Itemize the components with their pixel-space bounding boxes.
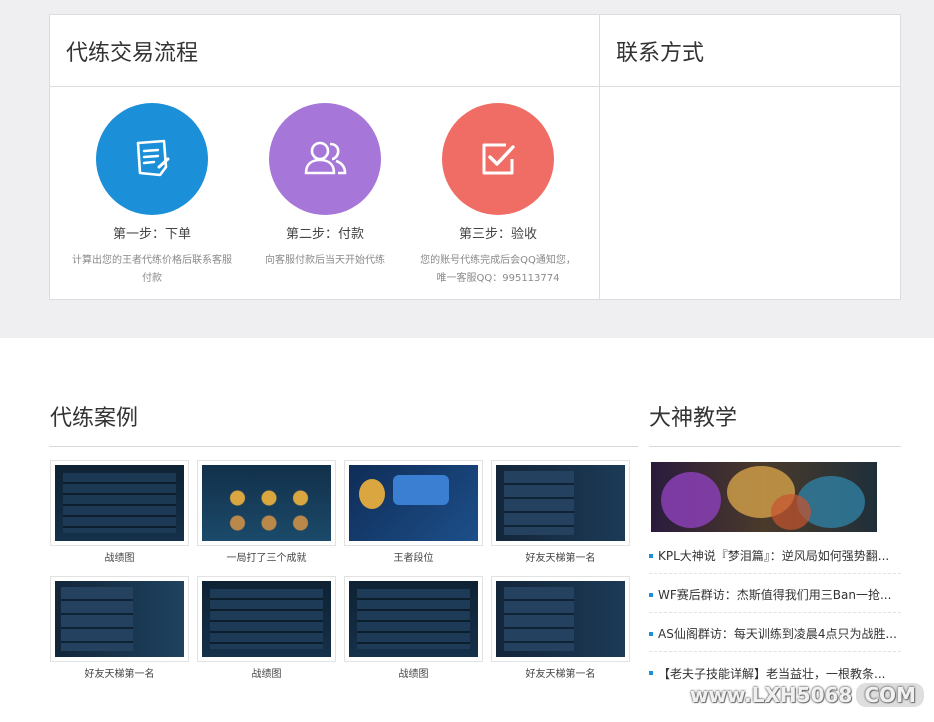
watermark-suffix: COM <box>856 683 924 707</box>
case-caption: 战绩图 <box>251 669 282 680</box>
step-order: 第一步：下单 计算出您的王者代练价格后联系客服付款 <box>67 103 237 288</box>
step-order-desc: 计算出您的王者代练价格后联系客服付款 <box>72 255 232 284</box>
order-form-icon <box>96 103 208 215</box>
case-caption: 好友天梯第一名 <box>525 669 596 680</box>
site-watermark: www.LXH5068 COM <box>690 683 924 707</box>
guides-divider <box>649 446 901 447</box>
case-item[interactable]: 好友天梯第一名 <box>50 576 189 680</box>
news-title[interactable]: AS仙阁群访：每天训练到凌晨4点只为战胜... <box>658 625 897 642</box>
case-thumbnail[interactable] <box>344 460 483 546</box>
case-caption: 战绩图 <box>104 553 135 564</box>
case-thumbnail[interactable] <box>50 576 189 662</box>
trade-process-title: 代练交易流程 <box>50 15 599 87</box>
case-item[interactable]: 战绩图 <box>197 576 336 680</box>
case-thumbnail[interactable] <box>197 460 336 546</box>
news-title[interactable]: WF赛后群访：杰斯值得我们用三Ban一抢... <box>658 586 891 603</box>
case-caption: 好友天梯第一名 <box>84 669 155 680</box>
step-accept-title: 第三步：验收 <box>458 227 537 242</box>
step-order-title: 第一步：下单 <box>112 227 191 242</box>
case-item[interactable]: 好友天梯第一名 <box>491 576 630 680</box>
news-title[interactable]: KPL大神说『梦泪篇』：逆风局如何强势翻... <box>658 547 889 564</box>
case-caption: 战绩图 <box>398 669 429 680</box>
bullet-icon <box>649 553 653 558</box>
case-thumbnail[interactable] <box>344 576 483 662</box>
news-item[interactable]: AS仙阁群访：每天训练到凌晨4点只为战胜... <box>649 616 901 652</box>
trade-process-panel: 代练交易流程 第一步：下单 计算出您的王者代练价格后联系客服付款 第二步：付款 … <box>49 14 600 300</box>
news-item[interactable]: KPL大神说『梦泪篇』：逆风局如何强势翻... <box>649 538 901 574</box>
case-item[interactable]: 战绩图 <box>50 460 189 564</box>
case-item[interactable]: 战绩图 <box>344 576 483 680</box>
case-thumbnail[interactable] <box>50 460 189 546</box>
cases-divider <box>49 446 638 447</box>
step-payment: 第二步：付款 向客服付款后当天开始代练 <box>240 103 410 270</box>
process-steps: 第一步：下单 计算出您的王者代练价格后联系客服付款 第二步：付款 向客服付款后当… <box>50 87 599 300</box>
contact-panel: 联系方式 <box>599 14 901 300</box>
bullet-icon <box>649 592 653 597</box>
step-payment-title: 第二步：付款 <box>285 227 364 242</box>
case-caption: 王者段位 <box>393 553 434 564</box>
step-accept-desc: 您的账号代练完成后会QQ通知您，唯一客服QQ：995113774 <box>420 255 576 284</box>
case-item[interactable]: 王者段位 <box>344 460 483 564</box>
cases-title: 代练案例 <box>50 406 139 431</box>
check-box-icon <box>442 103 554 215</box>
news-item[interactable]: WF赛后群访：杰斯值得我们用三Ban一抢... <box>649 577 901 613</box>
guide-banner-image[interactable] <box>651 462 877 532</box>
case-thumbnail[interactable] <box>491 576 630 662</box>
news-title[interactable]: 【老夫子技能详解】老当益壮，一根教条... <box>658 665 885 682</box>
watermark-text: www.LXH5068 <box>690 683 853 707</box>
case-caption: 一局打了三个成就 <box>226 553 307 564</box>
case-caption: 好友天梯第一名 <box>525 553 596 564</box>
case-item[interactable]: 好友天梯第一名 <box>491 460 630 564</box>
guides-title: 大神教学 <box>649 406 738 431</box>
bullet-icon <box>649 671 653 675</box>
case-thumbnail[interactable] <box>491 460 630 546</box>
step-accept: 第三步：验收 您的账号代练完成后会QQ通知您，唯一客服QQ：995113774 <box>413 103 583 288</box>
contact-title: 联系方式 <box>600 15 900 87</box>
bullet-icon <box>649 631 653 636</box>
case-item[interactable]: 一局打了三个成就 <box>197 460 336 564</box>
case-thumbnail[interactable] <box>197 576 336 662</box>
step-payment-desc: 向客服付款后当天开始代练 <box>265 255 385 266</box>
users-icon <box>269 103 381 215</box>
